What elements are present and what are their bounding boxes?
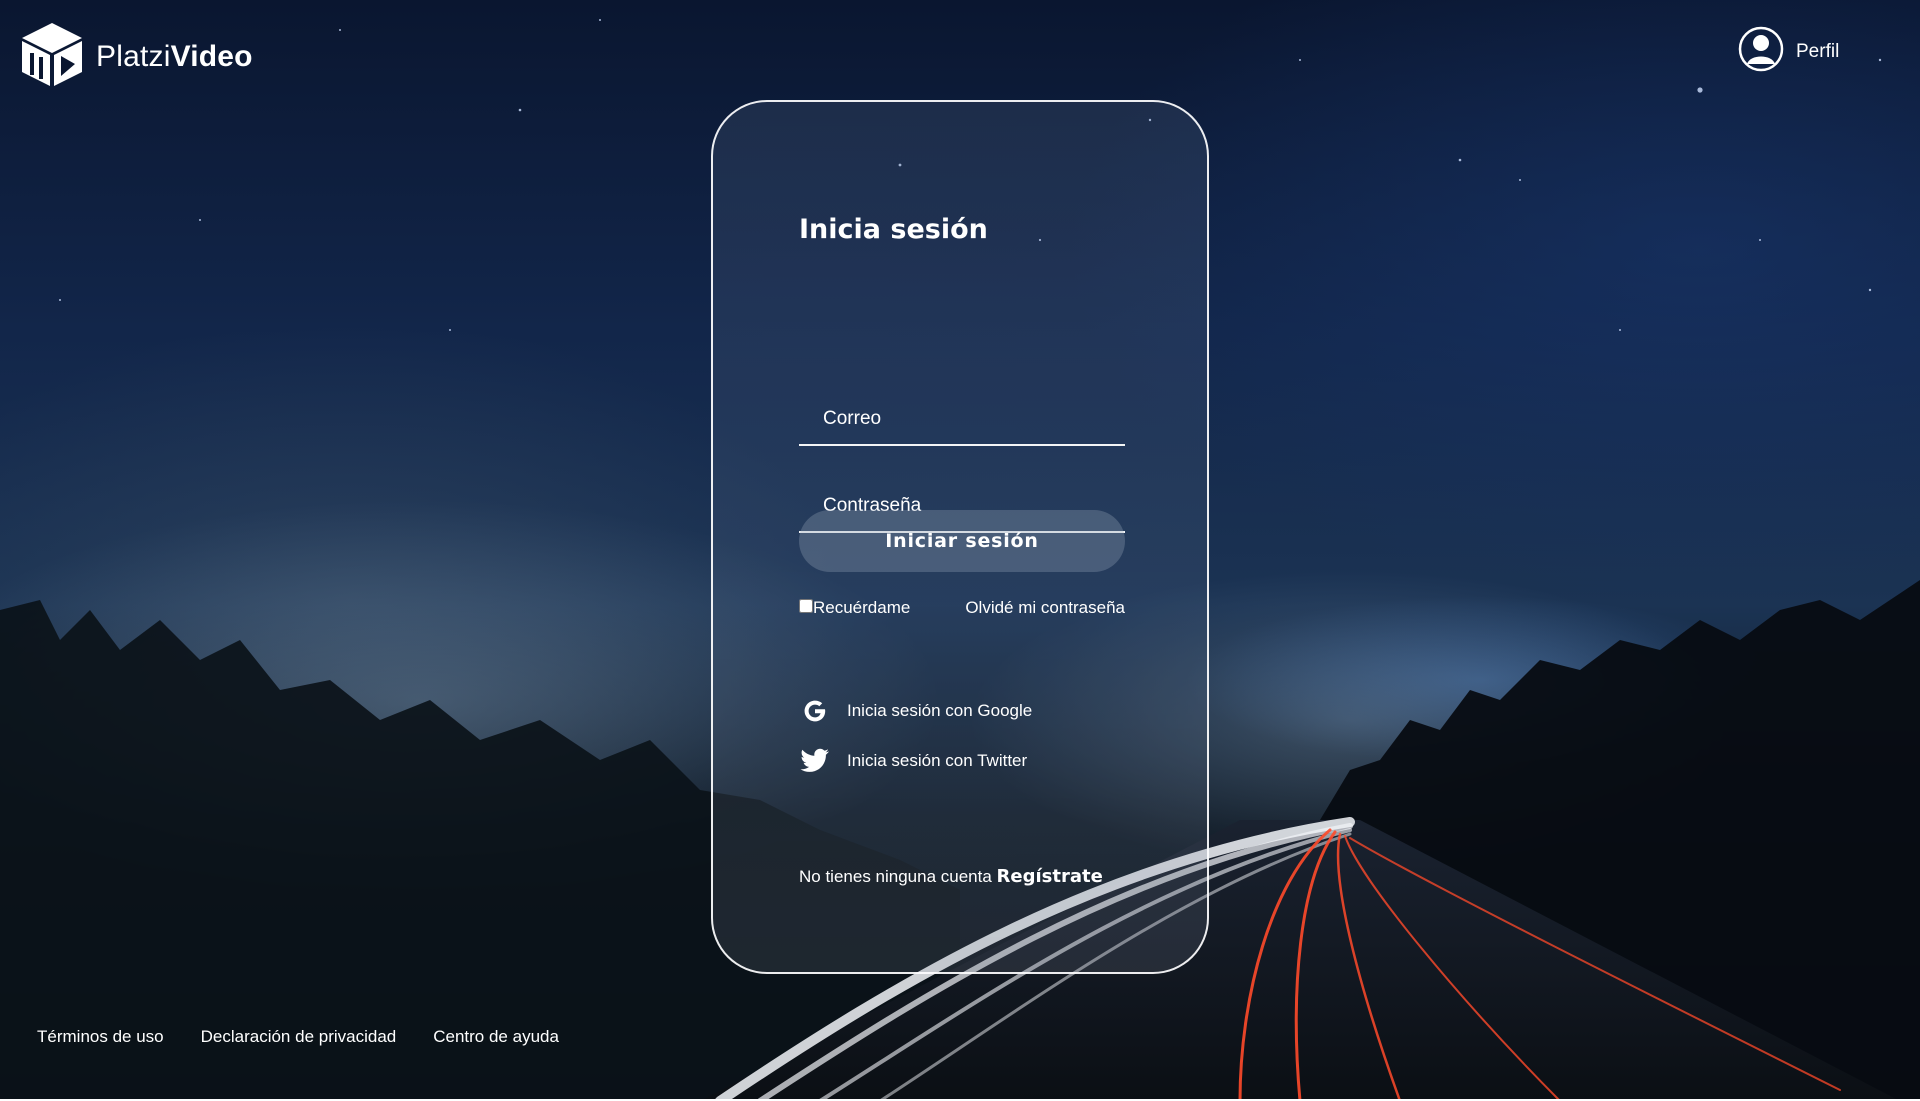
twitter-login-label: Inicia sesión con Twitter [847, 751, 1028, 770]
twitter-login-link[interactable]: Inicia sesión con Twitter [799, 745, 1027, 777]
remember-checkbox[interactable] [799, 599, 813, 613]
forgot-password-link[interactable]: Olvidé mi contraseña [965, 598, 1125, 618]
email-field[interactable] [799, 388, 1125, 444]
user-avatar-icon [1738, 26, 1784, 77]
brand-name-bold: Video [170, 39, 253, 73]
brand-name: PlatziVideo [96, 40, 253, 74]
login-title: Inicia sesión [799, 214, 988, 245]
email-field-wrapper [799, 388, 1125, 446]
profile-menu[interactable]: Perfil [1738, 26, 1839, 77]
brand-logo[interactable]: PlatziVideo [18, 20, 253, 93]
register-link[interactable]: Regístrate [997, 866, 1103, 887]
login-submit-button[interactable]: Iniciar sesión [799, 510, 1125, 572]
footer-links: Términos de uso Declaración de privacida… [37, 1027, 559, 1047]
cube-play-logo-icon [18, 20, 86, 93]
no-account-text: No tienes ninguna cuenta [799, 867, 992, 886]
twitter-bird-icon [799, 745, 831, 777]
google-icon [799, 695, 831, 727]
login-options: Recuérdame Olvidé mi contraseña [799, 596, 1125, 620]
brand-name-light: Platzi [96, 39, 171, 73]
remember-label: Recuérdame [813, 598, 911, 617]
footer-help-link[interactable]: Centro de ayuda [433, 1027, 559, 1047]
google-login-link[interactable]: Inicia sesión con Google [799, 695, 1032, 727]
google-login-label: Inicia sesión con Google [847, 701, 1033, 720]
remember-me[interactable]: Recuérdame [799, 598, 910, 618]
footer-privacy-link[interactable]: Declaración de privacidad [201, 1027, 397, 1047]
profile-label: Perfil [1796, 40, 1840, 62]
login-card: Inicia sesión Iniciar sesión Recuérdame … [711, 100, 1209, 974]
register-prompt: No tienes ninguna cuenta Regístrate [799, 866, 1103, 887]
footer-terms-link[interactable]: Términos de uso [37, 1027, 164, 1047]
